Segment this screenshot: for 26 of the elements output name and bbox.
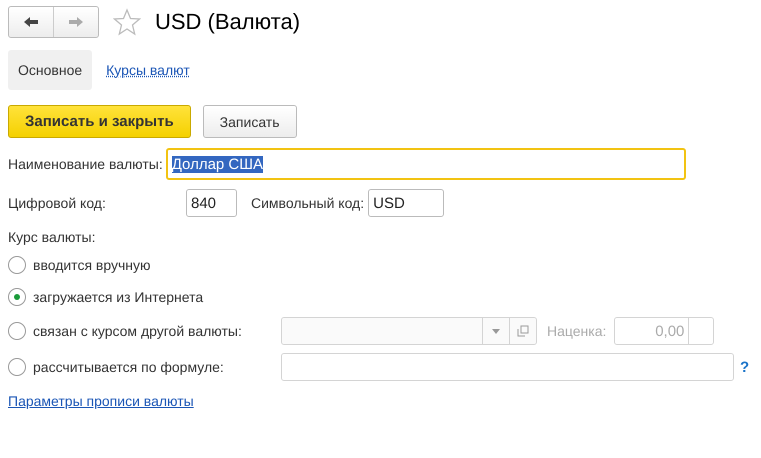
radio-button[interactable]	[8, 358, 26, 376]
navigation-buttons[interactable]	[8, 6, 99, 38]
radio-button[interactable]	[8, 256, 26, 274]
formula-field[interactable]	[281, 353, 734, 381]
field-label: Наименование валюты:	[8, 156, 163, 172]
radio-label: связан с курсом другой валюты:	[33, 323, 243, 339]
help-link[interactable]: ?	[740, 358, 750, 376]
radio-label: вводится вручную	[33, 257, 152, 273]
section-label: Курс валюты:	[8, 229, 96, 245]
code-field[interactable]: 840	[186, 189, 237, 217]
window-title: USD (Валюта)	[155, 8, 300, 34]
save-and-close-button[interactable]: Записать и закрыть	[8, 105, 191, 138]
tab[interactable]: Основное	[8, 50, 92, 90]
link[interactable]: Параметры прописи валюты	[8, 393, 194, 409]
star-icon[interactable]	[113, 8, 141, 36]
name-field[interactable]: Доллар США	[166, 148, 686, 180]
tab[interactable]: Курсы валют	[106, 62, 190, 78]
save-button[interactable]: Записать	[202, 105, 296, 138]
radio-label: загружается из Интернета	[33, 289, 204, 305]
field-label: Символьный код:	[251, 195, 364, 211]
field-label: Цифровой код:	[8, 195, 107, 211]
radio-button[interactable]	[8, 288, 26, 306]
field-label: Наценка:	[547, 323, 606, 339]
radio-label: рассчитывается по формуле:	[33, 359, 225, 375]
caret-icon	[492, 328, 500, 334]
code-field[interactable]: USD	[368, 189, 444, 217]
